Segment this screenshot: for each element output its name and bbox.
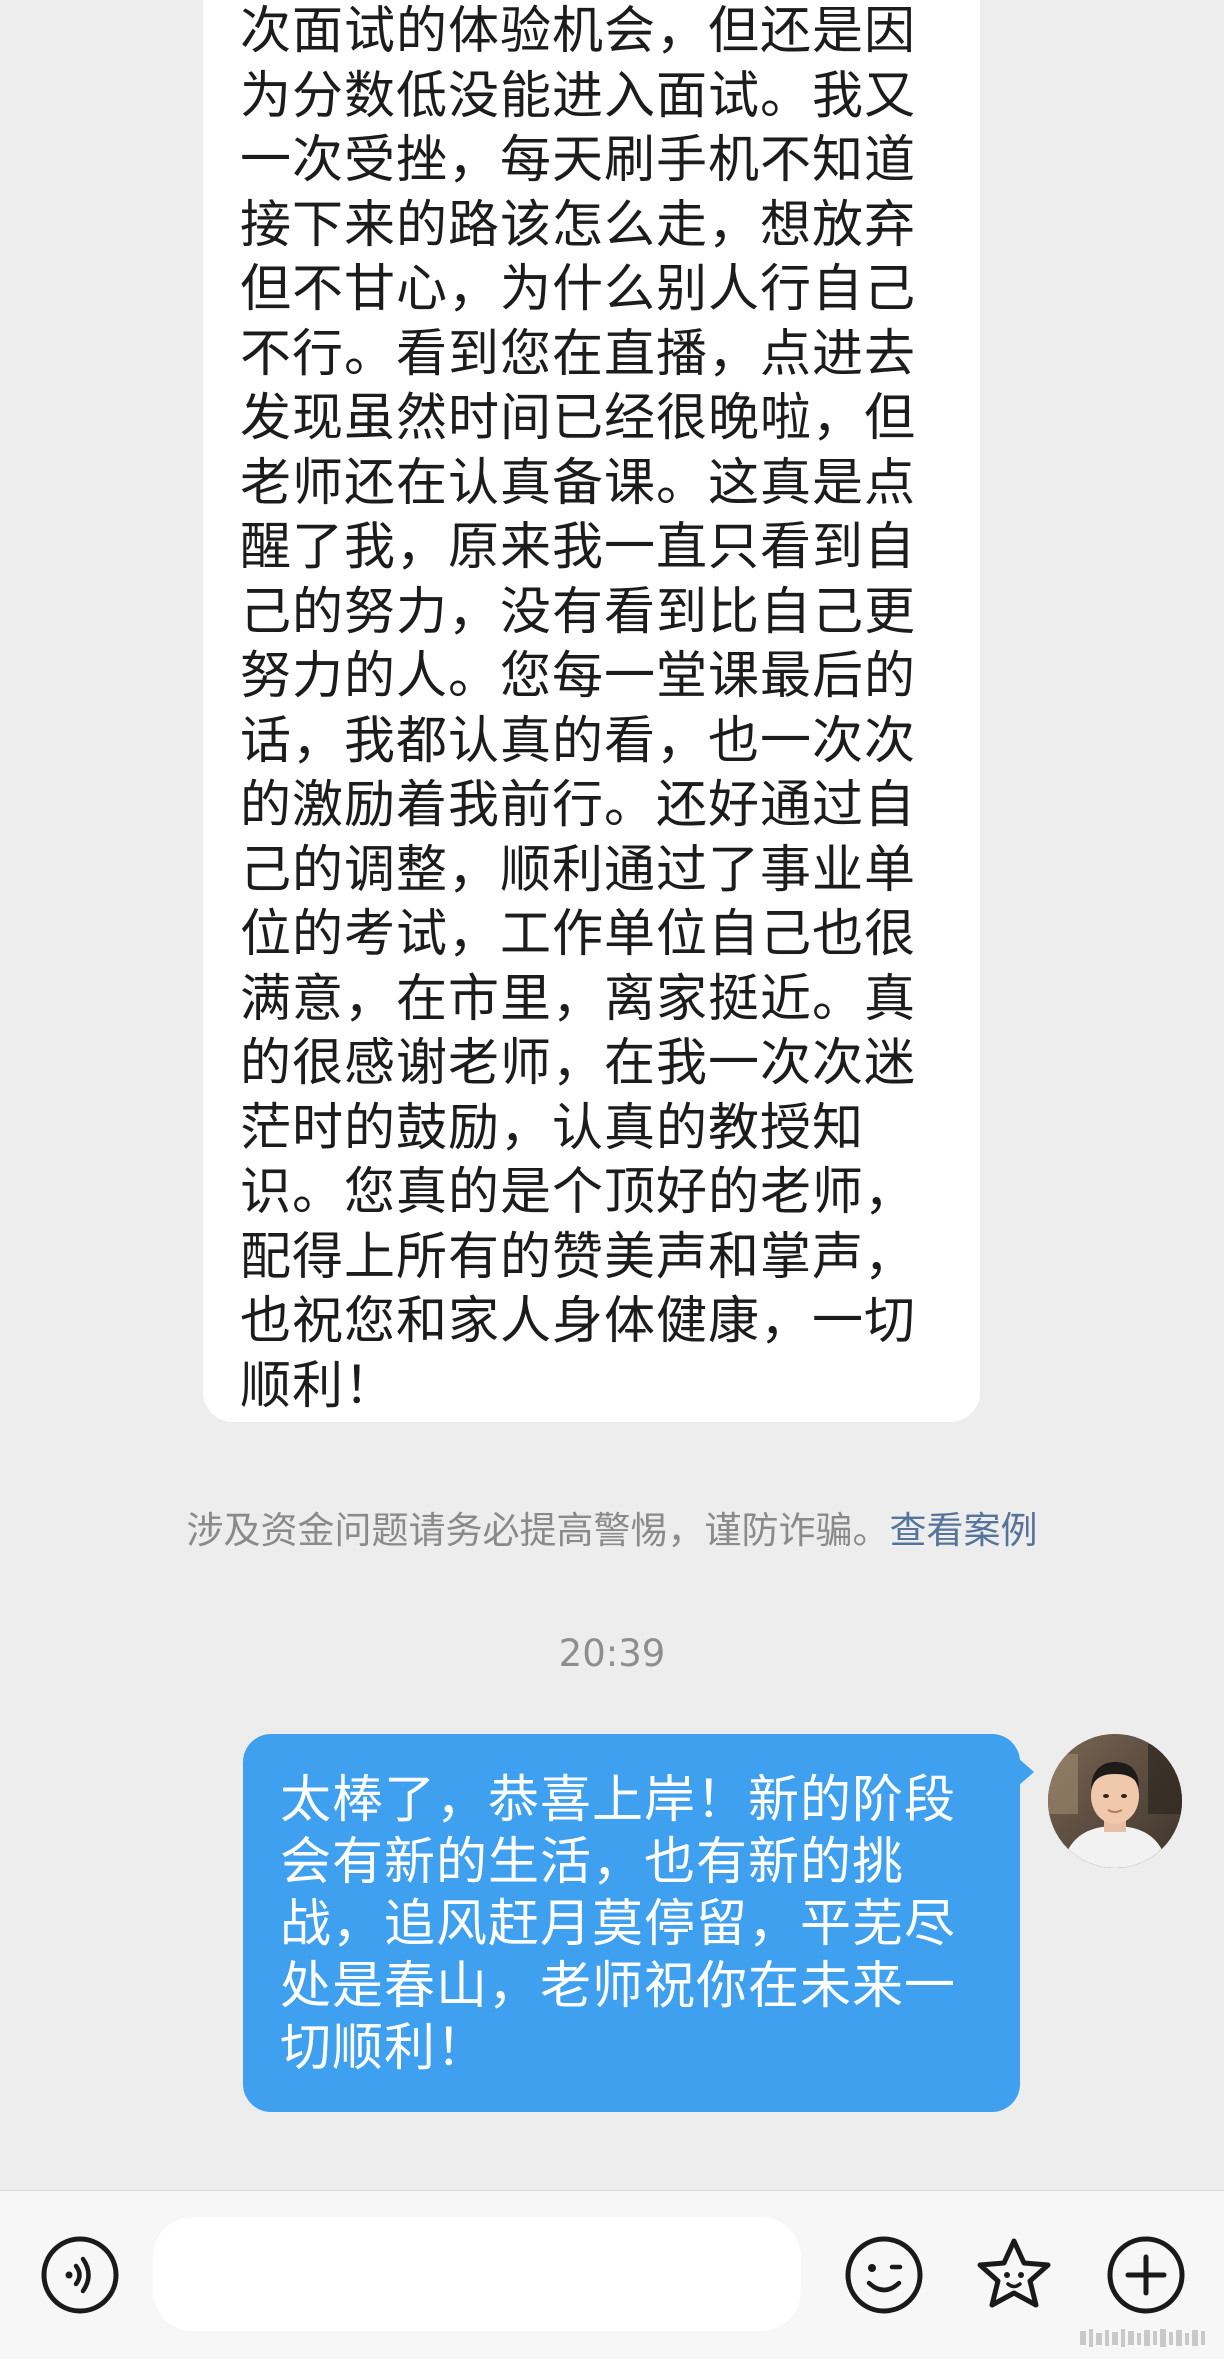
emoji-icon: [845, 2236, 923, 2314]
sticker-icon: [977, 2238, 1051, 2308]
message-line: 接下来的路该怎么走，想放弃: [240, 195, 917, 255]
message-line: 努力的人。您每一堂课最后的: [240, 647, 917, 706]
message-line: 识。您真的是个顶好的老师，: [240, 1163, 917, 1222]
message-line: 也祝您和家人身体健康，一切: [240, 1292, 917, 1351]
message-line: 不行。看到您在直播，点进去: [240, 324, 917, 384]
message-input[interactable]: [153, 2217, 801, 2331]
plus-icon: [1107, 2236, 1185, 2314]
message-line: 茫时的鼓励，认真的教授知: [240, 1098, 865, 1158]
sticker-button[interactable]: [972, 2233, 1056, 2317]
more-options-button[interactable]: [1104, 2233, 1188, 2317]
message-line: 己的调整，顺利通过了事业单: [240, 840, 917, 900]
message-line: 为分数低没能进入面试。我又: [240, 66, 917, 126]
message-line: 发现虽然时间已经很晚啦，但: [240, 389, 917, 448]
view-cases-link[interactable]: 查看案例: [890, 1509, 1038, 1552]
message-line: 但不甘心，为什么别人行自己: [240, 260, 917, 319]
emoji-button[interactable]: [842, 2233, 926, 2317]
avatar-photo-icon: [1048, 1734, 1182, 1868]
chat-input-bar: [0, 2190, 1224, 2359]
message-line: 老师还在认真备课。这真是点: [240, 453, 917, 513]
voice-button[interactable]: [38, 2233, 122, 2317]
outgoing-message-bubble[interactable]: 太棒了，恭喜上岸！新的阶段 会有新的生活，也有新的挑 战，追风赶月莫停留，平芜尽…: [243, 1734, 1034, 2112]
message-timestamp: 20:39: [558, 1632, 666, 1675]
message-line: 顺利！: [240, 1356, 397, 1416]
outgoing-message-text: 太棒了，恭喜上岸！新的阶段 会有新的生活，也有新的挑 战，追风赶月莫停留，平芜尽…: [280, 1770, 1020, 2080]
message-line: 战，追风赶月莫停留，平芜尽: [280, 1895, 957, 1954]
message-line: 满意，在市里，离家挺近。真: [240, 969, 917, 1029]
fraud-warning-notice: 涉及资金问题请务必提高警惕，谨防诈骗。查看案例: [0, 1500, 1224, 1554]
message-line: 次面试的体验机会，但还是因: [240, 2, 917, 61]
message-line: 己的努力，没有看到比自己更: [240, 582, 917, 642]
message-line: 太棒了，恭喜上岸！新的阶段: [280, 1771, 957, 1830]
message-line: 切顺利！: [280, 2019, 489, 2078]
voice-icon: [41, 2236, 119, 2314]
chat-area: 次面试的体验机会，但还是因 为分数低没能进入面试。我又 一次受挫，每天刷手机不知…: [0, 0, 1224, 2190]
message-line: 醒了我，原来我一直只看到自: [240, 518, 917, 577]
message-line: 处是春山，老师祝你在未来一: [280, 1957, 957, 2016]
message-line: 话，我都认真的看，也一次次: [240, 711, 917, 771]
incoming-message-bubble[interactable]: 次面试的体验机会，但还是因 为分数低没能进入面试。我又 一次受挫，每天刷手机不知…: [203, 0, 980, 1422]
message-line: 会有新的生活，也有新的挑: [280, 1833, 905, 1892]
fraud-warning-text: 涉及资金问题请务必提高警惕，谨防诈骗。: [186, 1509, 890, 1552]
message-line: 的很感谢老师，在我一次次迷: [240, 1034, 917, 1093]
message-line: 的激励着我前行。还好通过自: [240, 776, 917, 835]
sender-avatar[interactable]: [1048, 1734, 1182, 1868]
watermark-icon: [1080, 2329, 1205, 2347]
message-line: 一次受挫，每天刷手机不知道: [240, 131, 917, 190]
incoming-message-text: 次面试的体验机会，但还是因 为分数低没能进入面试。我又 一次受挫，每天刷手机不知…: [240, 0, 980, 1419]
message-line: 位的考试，工作单位自己也很: [240, 905, 917, 964]
message-line: 配得上所有的赞美声和掌声，: [240, 1227, 917, 1287]
